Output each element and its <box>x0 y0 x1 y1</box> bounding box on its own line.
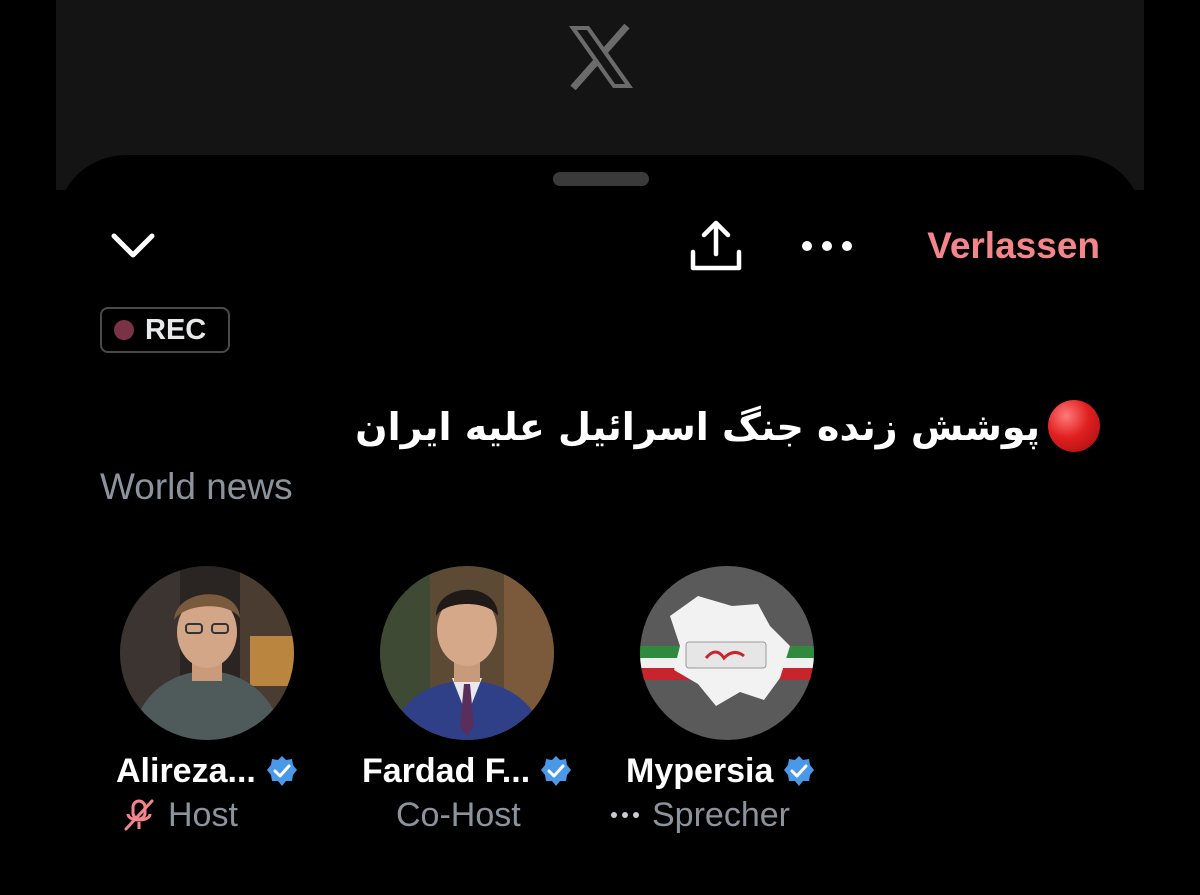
leave-button[interactable]: Verlassen <box>880 222 1100 270</box>
speaker-name-row: Alireza... <box>116 748 298 794</box>
speaker-role: Host <box>168 795 238 834</box>
chevron-down-icon[interactable] <box>108 224 158 268</box>
speaker-name: Alireza... <box>116 751 256 790</box>
speaker-role: Co-Host <box>396 795 521 834</box>
space-topic: World news <box>100 466 293 507</box>
avatar[interactable] <box>380 566 554 740</box>
avatar[interactable] <box>640 566 814 740</box>
verified-icon <box>783 755 815 787</box>
speaker-name: Mypersia <box>626 751 774 790</box>
speaker-role-row: Sprecher <box>610 792 790 838</box>
recording-badge: REC <box>100 307 230 353</box>
more-icon[interactable] <box>798 228 856 264</box>
speaker-role-row: Co-Host <box>396 792 521 838</box>
rec-dot-icon <box>114 320 134 340</box>
mic-off-icon <box>122 798 156 832</box>
rec-label: REC <box>145 313 207 346</box>
x-logo <box>565 24 637 90</box>
avatar[interactable] <box>120 566 294 740</box>
speaker-name-row: Fardad F... <box>362 748 572 794</box>
space-title: پوشش زنده جنگ اسرائیل علیه ایران <box>355 405 1040 449</box>
verified-icon <box>540 755 572 787</box>
speaker-name: Fardad F... <box>362 751 531 790</box>
sheet-grabber-handle[interactable] <box>553 172 649 186</box>
speaker-name-row: Mypersia <box>626 748 815 794</box>
space-title-row: پوشش زنده جنگ اسرائیل علیه ایران <box>220 392 1100 462</box>
verified-icon <box>266 755 298 787</box>
live-red-dot-icon <box>1048 399 1100 452</box>
speaker-role: Sprecher <box>652 795 790 834</box>
more-dots-icon <box>610 809 640 821</box>
speaker-role-row: Host <box>122 792 238 838</box>
share-icon[interactable] <box>688 218 744 274</box>
